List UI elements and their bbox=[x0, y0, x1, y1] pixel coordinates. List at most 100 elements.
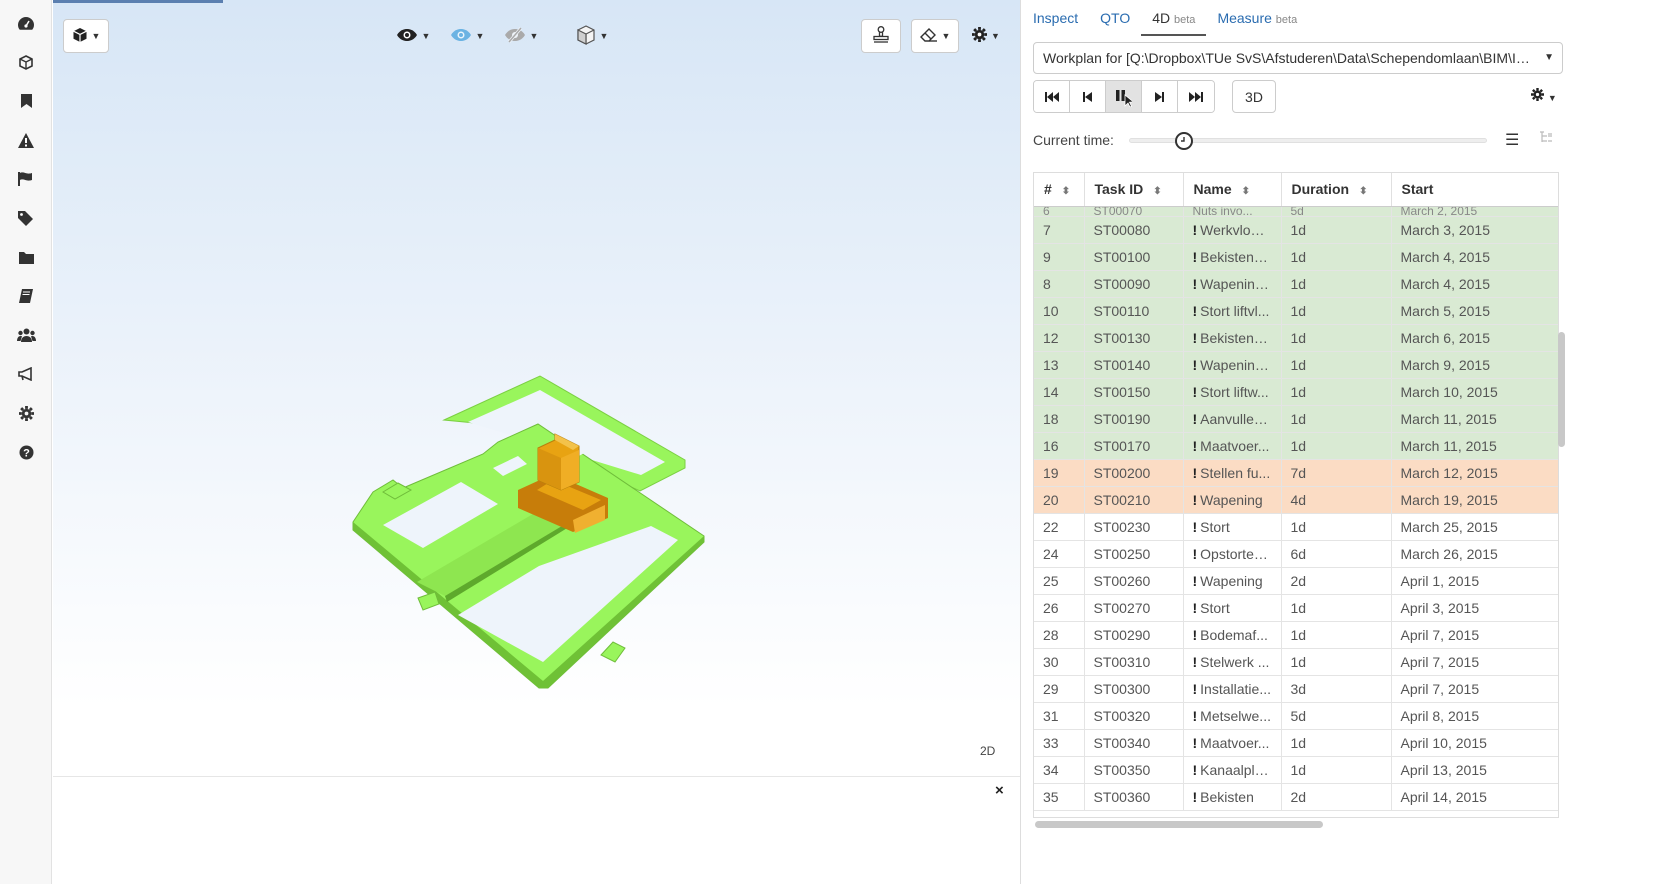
book-icon[interactable] bbox=[16, 286, 36, 306]
cell-task-id: ST00210 bbox=[1084, 486, 1184, 514]
exclamation-icon: ! bbox=[1192, 464, 1198, 481]
task-table-container[interactable]: # ⬍ Task ID ⬍ Name ⬍ Duration ⬍ Start 6 ST00… bbox=[1033, 172, 1559, 818]
dashboard-icon[interactable] bbox=[16, 13, 36, 33]
table-vertical-scrollbar[interactable] bbox=[1558, 332, 1565, 447]
table-row[interactable]: 30 ST00310! Stelwerk ... 1d April 7, 2015 bbox=[1034, 648, 1558, 676]
eye-icon bbox=[450, 28, 472, 45]
cell-duration: 2d bbox=[1281, 567, 1392, 595]
list-view-icon[interactable]: ☰ bbox=[1505, 130, 1519, 150]
panel-settings-dropdown[interactable]: ▼ bbox=[1531, 88, 1557, 104]
cell-duration: 1d bbox=[1281, 432, 1392, 460]
viewer-settings-dropdown-button[interactable]: ▼ bbox=[964, 19, 1008, 53]
task-name-text: Stort bbox=[1200, 518, 1230, 535]
time-slider[interactable] bbox=[1129, 132, 1487, 150]
help-icon[interactable]: ? bbox=[16, 442, 36, 462]
cell-start: March 3, 2015 bbox=[1391, 216, 1558, 244]
tab-inspect[interactable]: Inspect bbox=[1033, 8, 1089, 36]
3d-viewer[interactable]: ▼ ▼ ▼ ▼ ▼ ▼ ▼ 2D × bbox=[53, 0, 1020, 884]
task-name-text: Bodemaf... bbox=[1200, 626, 1268, 643]
pause-button[interactable] bbox=[1106, 81, 1142, 112]
table-row[interactable]: 9 ST00100! Bekisten l... 1d March 4, 2015 bbox=[1034, 243, 1558, 271]
sort-icon: ⬍ bbox=[1153, 186, 1162, 198]
cell-duration: 4d bbox=[1281, 486, 1392, 514]
gear-icon[interactable] bbox=[16, 403, 36, 423]
table-row[interactable]: 7 ST00080! Werkvloer... 1d March 3, 2015 bbox=[1034, 216, 1558, 244]
table-row[interactable]: 28 ST00290! Bodemaf... 1d April 7, 2015 bbox=[1034, 621, 1558, 649]
eye-icon bbox=[396, 28, 418, 45]
table-row[interactable]: 6 ST00070 Nuts invo... 5d March 2, 2015 bbox=[1034, 206, 1558, 217]
chevron-down-icon: ▼ bbox=[1544, 52, 1554, 63]
time-slider-handle[interactable] bbox=[1174, 132, 1193, 150]
table-row[interactable]: 16 ST00170! Maatvoer... 1d March 11, 2015 bbox=[1034, 432, 1558, 460]
megaphone-icon[interactable] bbox=[16, 364, 36, 384]
users-icon[interactable] bbox=[16, 325, 36, 345]
warning-icon[interactable] bbox=[16, 130, 36, 150]
close-icon[interactable]: × bbox=[995, 782, 1004, 799]
show-selected-dropdown-button[interactable]: ▼ bbox=[442, 19, 492, 53]
3d-mode-button[interactable]: 3D bbox=[1232, 80, 1276, 113]
tab-qto[interactable]: QTO bbox=[1089, 8, 1141, 36]
cell-task-id: ST00140 bbox=[1084, 351, 1184, 379]
bookmark-icon[interactable] bbox=[16, 91, 36, 111]
cell-start: March 9, 2015 bbox=[1391, 351, 1558, 379]
table-row[interactable]: 8 ST00090! Wapening... 1d March 4, 2015 bbox=[1034, 270, 1558, 298]
step-back-icon bbox=[1083, 91, 1092, 102]
table-row[interactable]: 13 ST00140! Wapening... 1d March 9, 2015 bbox=[1034, 351, 1558, 379]
table-row[interactable]: 26 ST00270! Stort 1d April 3, 2015 bbox=[1034, 594, 1558, 622]
table-row[interactable]: 12 ST00130! Bekisten l... 1d March 6, 2015 bbox=[1034, 324, 1558, 352]
workplan-select[interactable]: Workplan for [Q:\Dropbox\TUe SvS\Afstude… bbox=[1033, 42, 1563, 74]
column-header-num[interactable]: # ⬍ bbox=[1034, 173, 1085, 207]
table-row[interactable]: 29 ST00300! Installatie... 3d April 7, 2015 bbox=[1034, 675, 1558, 703]
previous-button[interactable] bbox=[1070, 81, 1106, 112]
table-row[interactable]: 35 ST00360! Bekisten 2d April 14, 2015 bbox=[1034, 783, 1558, 811]
exclamation-icon: ! bbox=[1192, 653, 1198, 670]
flag-icon[interactable] bbox=[16, 169, 36, 189]
folder-icon[interactable] bbox=[16, 247, 36, 267]
building-model-render[interactable] bbox=[343, 370, 773, 700]
table-row[interactable]: 20 ST00210! Wapening 4d March 19, 2015 bbox=[1034, 486, 1558, 514]
tags-icon[interactable] bbox=[16, 208, 36, 228]
cell-duration: 1d bbox=[1281, 648, 1392, 676]
column-header-start[interactable]: Start bbox=[1391, 173, 1558, 207]
cell-name: ! Bekisten l... bbox=[1183, 324, 1282, 352]
eraser-dropdown-button[interactable]: ▼ bbox=[911, 19, 959, 53]
cube-icon[interactable] bbox=[16, 52, 36, 72]
table-row[interactable]: 33 ST00340! Maatvoer... 1d April 10, 2015 bbox=[1034, 729, 1558, 757]
2d-toggle[interactable]: 2D bbox=[980, 744, 995, 758]
task-name-text: Wapening... bbox=[1200, 356, 1275, 373]
stamp-button[interactable] bbox=[861, 19, 901, 53]
table-row[interactable]: 24 ST00250! Opstorten... 6d March 26, 2015 bbox=[1034, 540, 1558, 568]
cube-dropdown-button[interactable]: ▼ bbox=[63, 19, 109, 53]
table-row[interactable]: 34 ST00350! Kanaalpla... 1d April 13, 2015 bbox=[1034, 756, 1558, 784]
table-horizontal-scrollbar[interactable] bbox=[1035, 821, 1323, 828]
tab-measure[interactable]: Measure beta bbox=[1206, 8, 1308, 36]
column-header-name[interactable]: Name ⬍ bbox=[1183, 173, 1282, 207]
table-row[interactable]: 10 ST00110! Stort liftvl... 1d March 5, 2015 bbox=[1034, 297, 1558, 325]
cell-task-id: ST00100 bbox=[1084, 243, 1184, 271]
table-row[interactable]: 22 ST00230! Stort 1d March 25, 2015 bbox=[1034, 513, 1558, 541]
column-header-duration[interactable]: Duration ⬍ bbox=[1281, 173, 1392, 207]
table-row[interactable]: 31 ST00320! Metselwe... 5d April 8, 2015 bbox=[1034, 702, 1558, 730]
cell-duration: 2d bbox=[1281, 783, 1392, 811]
task-name-text: Opstorten... bbox=[1200, 545, 1274, 562]
last-frame-button[interactable] bbox=[1178, 81, 1214, 112]
cell-num: 14 bbox=[1034, 378, 1085, 406]
column-header-task-id[interactable]: Task ID ⬍ bbox=[1084, 173, 1184, 207]
tree-view-icon[interactable] bbox=[1539, 131, 1553, 147]
cell-name: ! Werkvloer... bbox=[1183, 216, 1282, 244]
table-row[interactable]: 14 ST00150! Stort liftw... 1d March 10, 2015 bbox=[1034, 378, 1558, 406]
exclamation-icon: ! bbox=[1192, 626, 1198, 643]
cell-task-id: ST00190 bbox=[1084, 405, 1184, 433]
task-name-text: Installatie... bbox=[1200, 680, 1271, 697]
next-button[interactable] bbox=[1142, 81, 1178, 112]
show-all-dropdown-button[interactable]: ▼ bbox=[388, 19, 438, 53]
tab-4d[interactable]: 4D beta bbox=[1141, 8, 1207, 36]
first-frame-button[interactable] bbox=[1034, 81, 1070, 112]
box-dropdown-button[interactable]: ▼ bbox=[569, 19, 615, 53]
table-row[interactable]: 19 ST00200! Stellen fu... 7d March 12, 2015 bbox=[1034, 459, 1558, 487]
table-row[interactable]: 25 ST00260! Wapening 2d April 1, 2015 bbox=[1034, 567, 1558, 595]
stamp-icon bbox=[873, 26, 889, 46]
hide-dropdown-button[interactable]: ▼ bbox=[496, 19, 546, 53]
task-name-text: Bekisten l... bbox=[1200, 248, 1273, 265]
table-row[interactable]: 18 ST00190! Aanvullen... 1d March 11, 2015 bbox=[1034, 405, 1558, 433]
